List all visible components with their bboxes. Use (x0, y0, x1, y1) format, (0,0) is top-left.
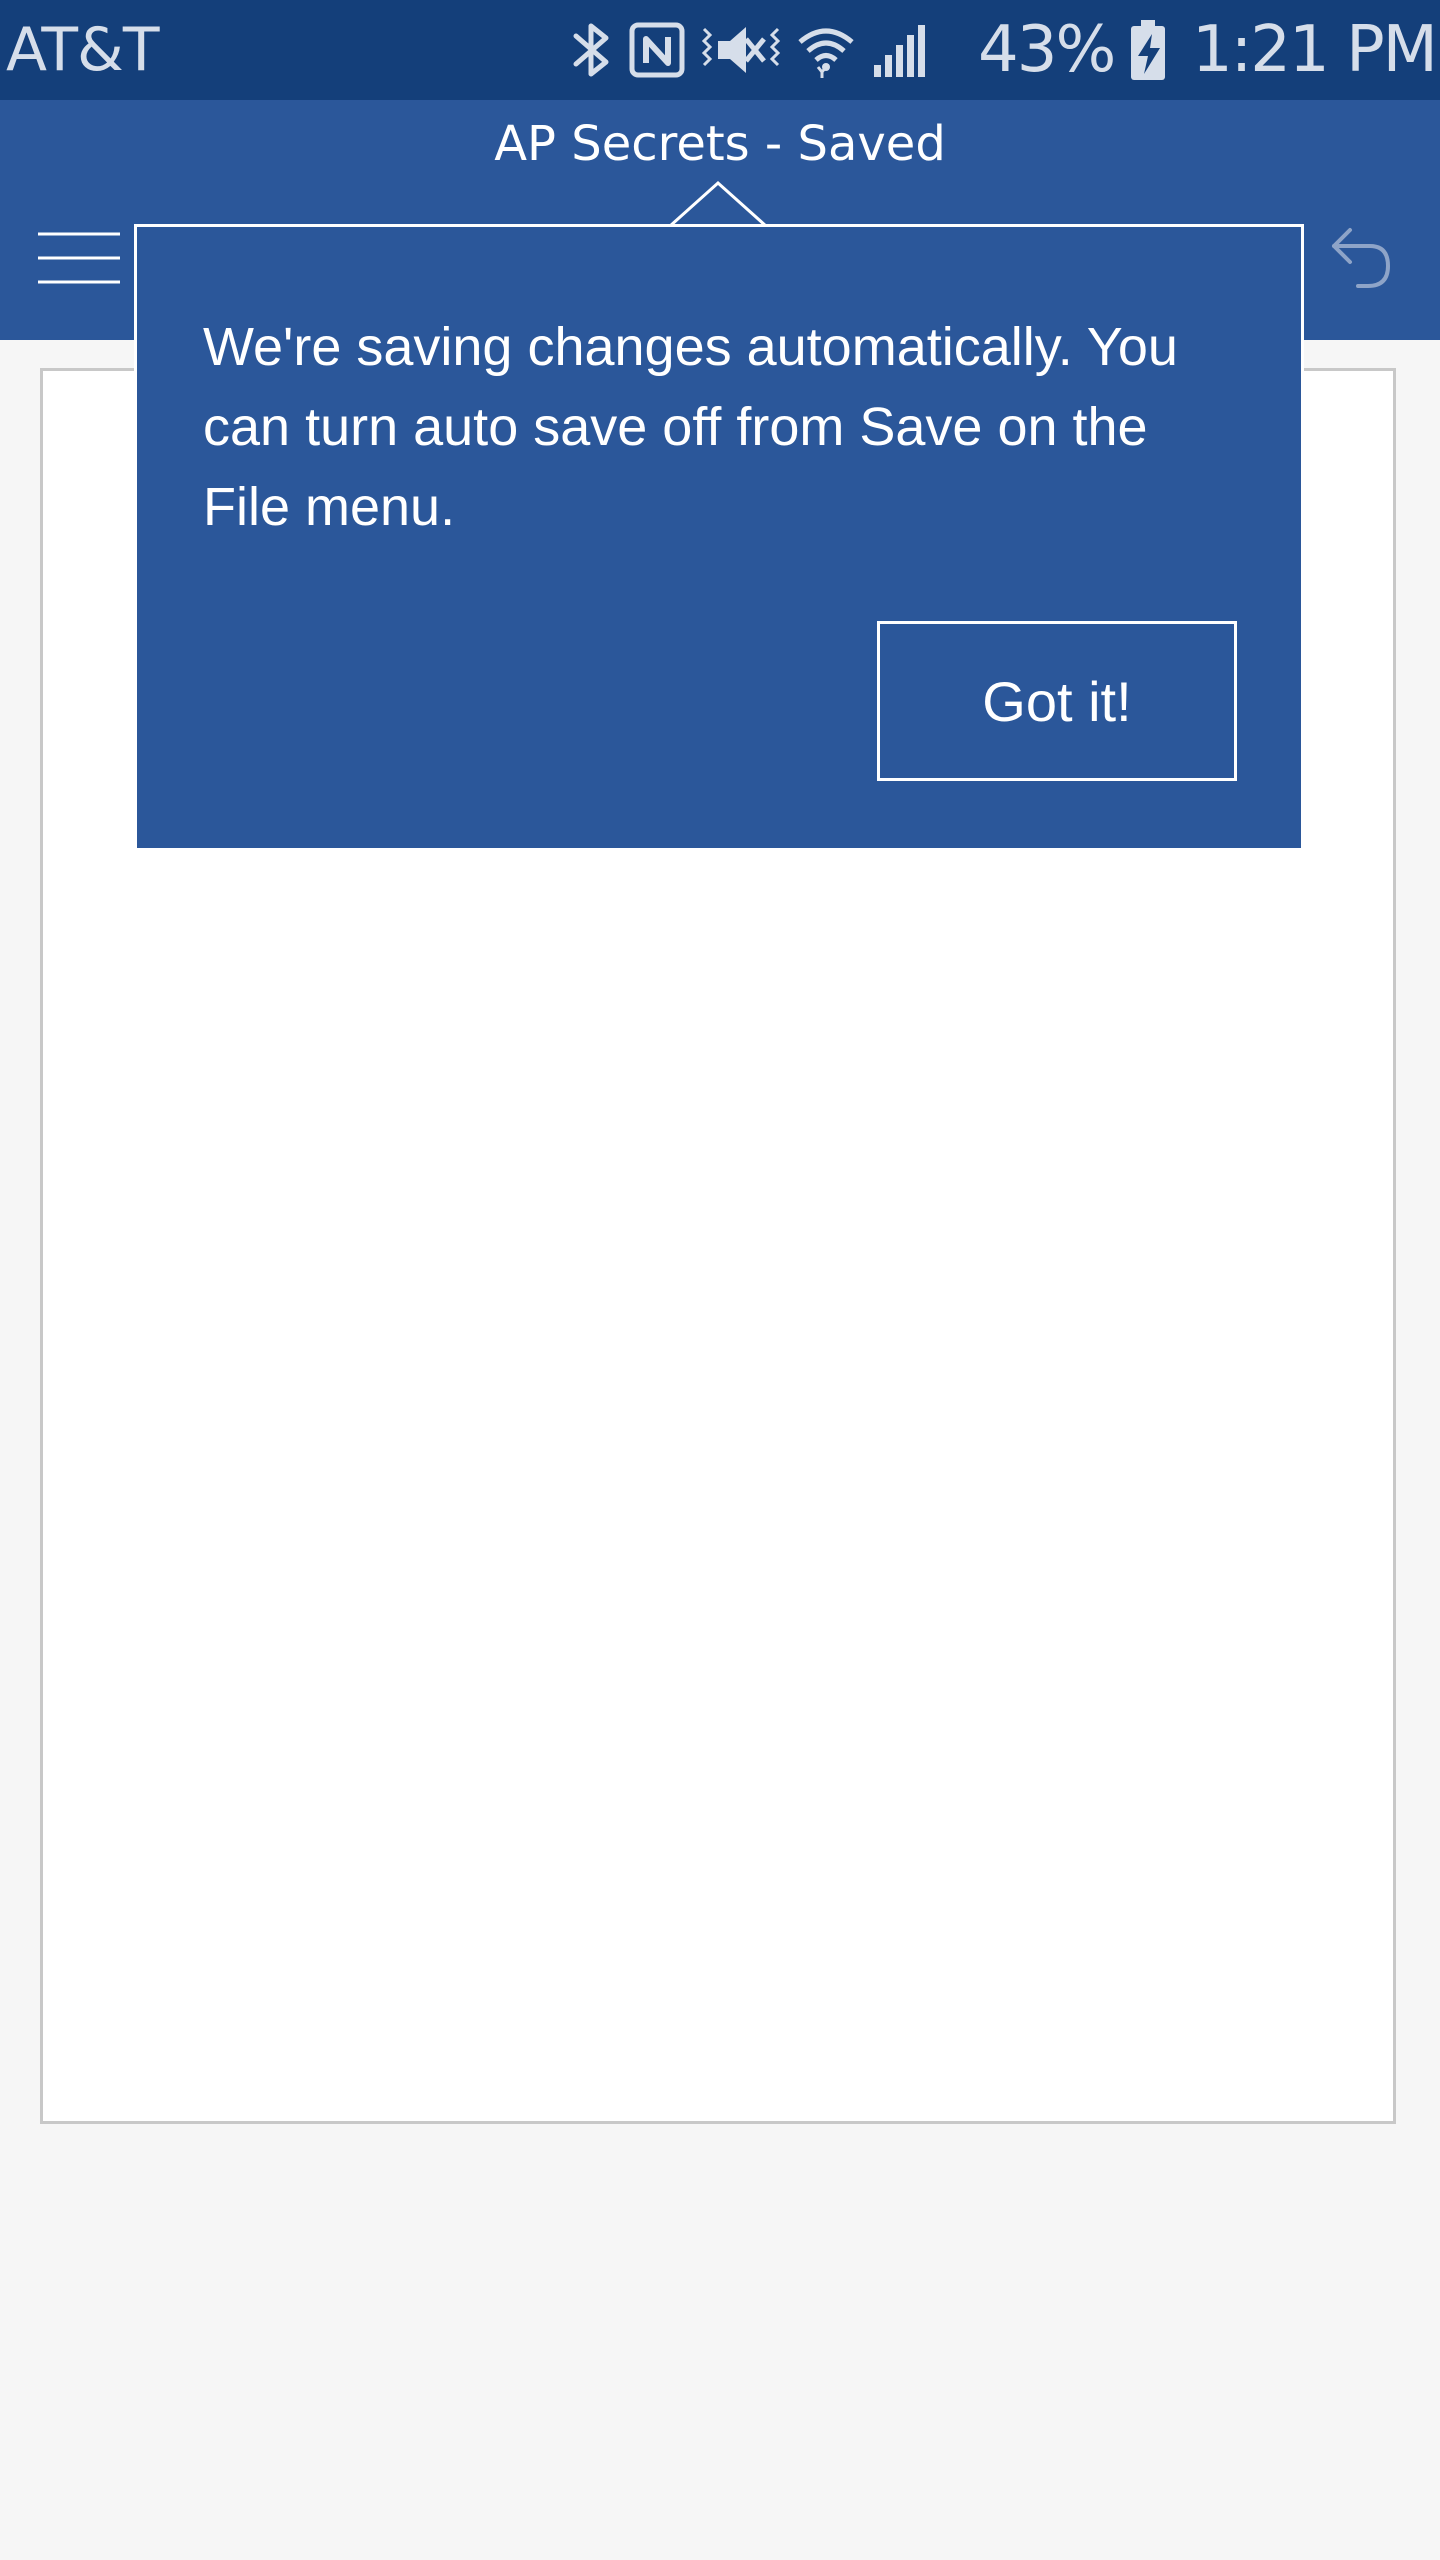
wifi-icon (798, 28, 854, 78)
got-it-button[interactable]: Got it! (877, 621, 1237, 781)
bluetooth-icon (573, 23, 609, 77)
callout-pointer (670, 180, 766, 228)
carrier-name: AT&T (6, 15, 159, 85)
nfc-icon (629, 22, 685, 78)
callout-message: We're saving changes automatically. You … (203, 317, 1178, 537)
undo-icon[interactable] (1324, 222, 1396, 294)
document-title: AP Secrets - Saved (494, 116, 946, 172)
status-icons (570, 18, 928, 82)
battery-charging-icon (1131, 20, 1165, 80)
menu-icon[interactable] (38, 230, 120, 286)
status-bar: AT&T 43% 1:21 PM (0, 0, 1440, 100)
mute-icon (701, 27, 781, 73)
clock: 1:21 PM (1192, 13, 1438, 87)
autosave-callout: We're saving changes automatically. You … (134, 224, 1304, 848)
battery-percentage: 43% (978, 13, 1116, 87)
signal-icon (874, 25, 925, 77)
